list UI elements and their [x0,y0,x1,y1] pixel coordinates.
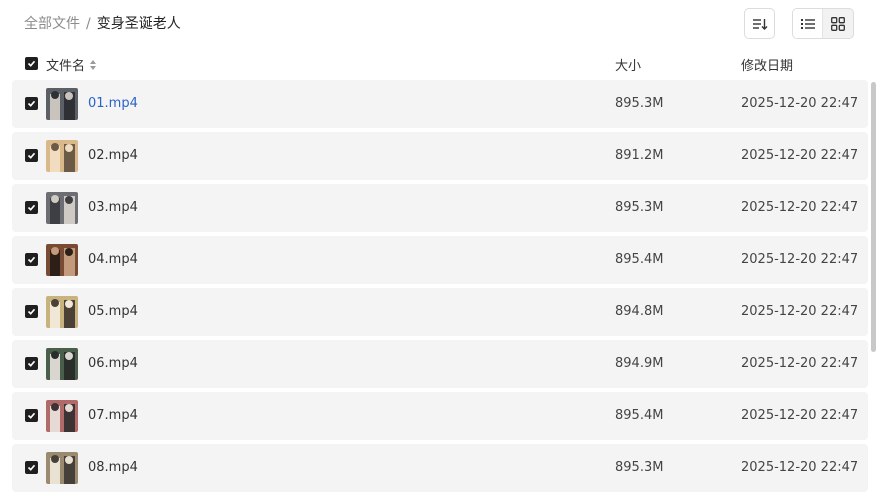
video-thumbnail[interactable] [46,296,78,328]
top-bar: 全部文件 / 变身圣诞老人 [0,0,878,48]
file-modified-date: 2025-12-20 22:47 [741,304,859,319]
file-size: 894.8M [615,304,664,319]
sort-button[interactable] [744,8,775,39]
column-header-name-label: 文件名 [46,59,86,74]
check-icon [27,60,36,67]
check-icon [27,412,36,419]
file-modified-date: 2025-12-20 22:47 [741,252,859,267]
file-row[interactable]: 02.mp4 891.2M 2025-12-20 22:47 [12,132,868,180]
sort-icon [752,18,767,30]
list-view-button[interactable] [793,9,823,38]
file-size: 895.3M [615,96,664,111]
file-modified-date: 2025-12-20 22:47 [741,460,859,475]
row-checkbox[interactable] [25,201,38,214]
video-thumbnail[interactable] [46,348,78,380]
check-icon [27,100,36,107]
table-header: 文件名 大小 修改日期 [0,52,878,76]
file-name-link[interactable]: 02.mp4 [88,148,138,163]
file-name-link[interactable]: 01.mp4 [88,96,138,111]
row-checkbox[interactable] [25,149,38,162]
breadcrumb-root-link[interactable]: 全部文件 [24,14,80,34]
row-checkbox[interactable] [25,97,38,110]
grid-view-button[interactable] [823,9,853,38]
breadcrumb: 全部文件 / 变身圣诞老人 [24,14,181,34]
check-icon [27,360,36,367]
file-list: 01.mp4 895.3M 2025-12-20 22:47 02.mp4 89… [12,80,868,496]
check-icon [27,256,36,263]
check-icon [27,204,36,211]
file-row[interactable]: 08.mp4 895.3M 2025-12-20 22:47 [12,444,868,492]
column-header-modified[interactable]: 修改日期 [741,55,793,74]
file-name-link[interactable]: 03.mp4 [88,200,138,215]
file-row[interactable]: 01.mp4 895.3M 2025-12-20 22:47 [12,80,868,128]
row-checkbox[interactable] [25,305,38,318]
breadcrumb-current-folder: 变身圣诞老人 [96,16,181,32]
file-row[interactable]: 06.mp4 894.9M 2025-12-20 22:47 [12,340,868,388]
file-name-link[interactable]: 07.mp4 [88,408,138,423]
file-size: 895.4M [615,252,664,267]
row-checkbox[interactable] [25,253,38,266]
file-size: 894.9M [615,356,664,371]
file-modified-date: 2025-12-20 22:47 [741,408,859,423]
file-row[interactable]: 03.mp4 895.3M 2025-12-20 22:47 [12,184,868,232]
row-checkbox[interactable] [25,461,38,474]
file-modified-date: 2025-12-20 22:47 [741,200,859,215]
file-name-link[interactable]: 06.mp4 [88,356,138,371]
list-view-icon [800,18,815,29]
check-icon [27,464,36,471]
file-size: 895.4M [615,408,664,423]
file-size: 895.3M [615,200,664,215]
column-header-name[interactable]: 文件名 [46,55,97,74]
file-row[interactable]: 04.mp4 895.4M 2025-12-20 22:47 [12,236,868,284]
view-toggle [792,8,854,39]
check-icon [27,308,36,315]
row-checkbox[interactable] [25,357,38,370]
file-modified-date: 2025-12-20 22:47 [741,356,859,371]
file-name-link[interactable]: 05.mp4 [88,304,138,319]
file-modified-date: 2025-12-20 22:47 [741,96,859,111]
check-icon [27,152,36,159]
video-thumbnail[interactable] [46,400,78,432]
grid-view-icon [831,16,845,31]
scrollbar[interactable] [871,82,876,352]
select-all-checkbox[interactable] [25,57,38,70]
column-header-size[interactable]: 大小 [615,55,641,74]
video-thumbnail[interactable] [46,452,78,484]
file-row[interactable]: 07.mp4 895.4M 2025-12-20 22:47 [12,392,868,440]
video-thumbnail[interactable] [46,192,78,224]
video-thumbnail[interactable] [46,244,78,276]
video-thumbnail[interactable] [46,140,78,172]
file-modified-date: 2025-12-20 22:47 [741,148,859,163]
file-size: 895.3M [615,460,664,475]
video-thumbnail[interactable] [46,88,78,120]
row-checkbox[interactable] [25,409,38,422]
file-size: 891.2M [615,148,664,163]
sort-toggle-icon [90,59,97,70]
breadcrumb-separator: / [86,16,91,32]
file-row[interactable]: 05.mp4 894.8M 2025-12-20 22:47 [12,288,868,336]
file-name-link[interactable]: 04.mp4 [88,252,138,267]
file-name-link[interactable]: 08.mp4 [88,460,138,475]
